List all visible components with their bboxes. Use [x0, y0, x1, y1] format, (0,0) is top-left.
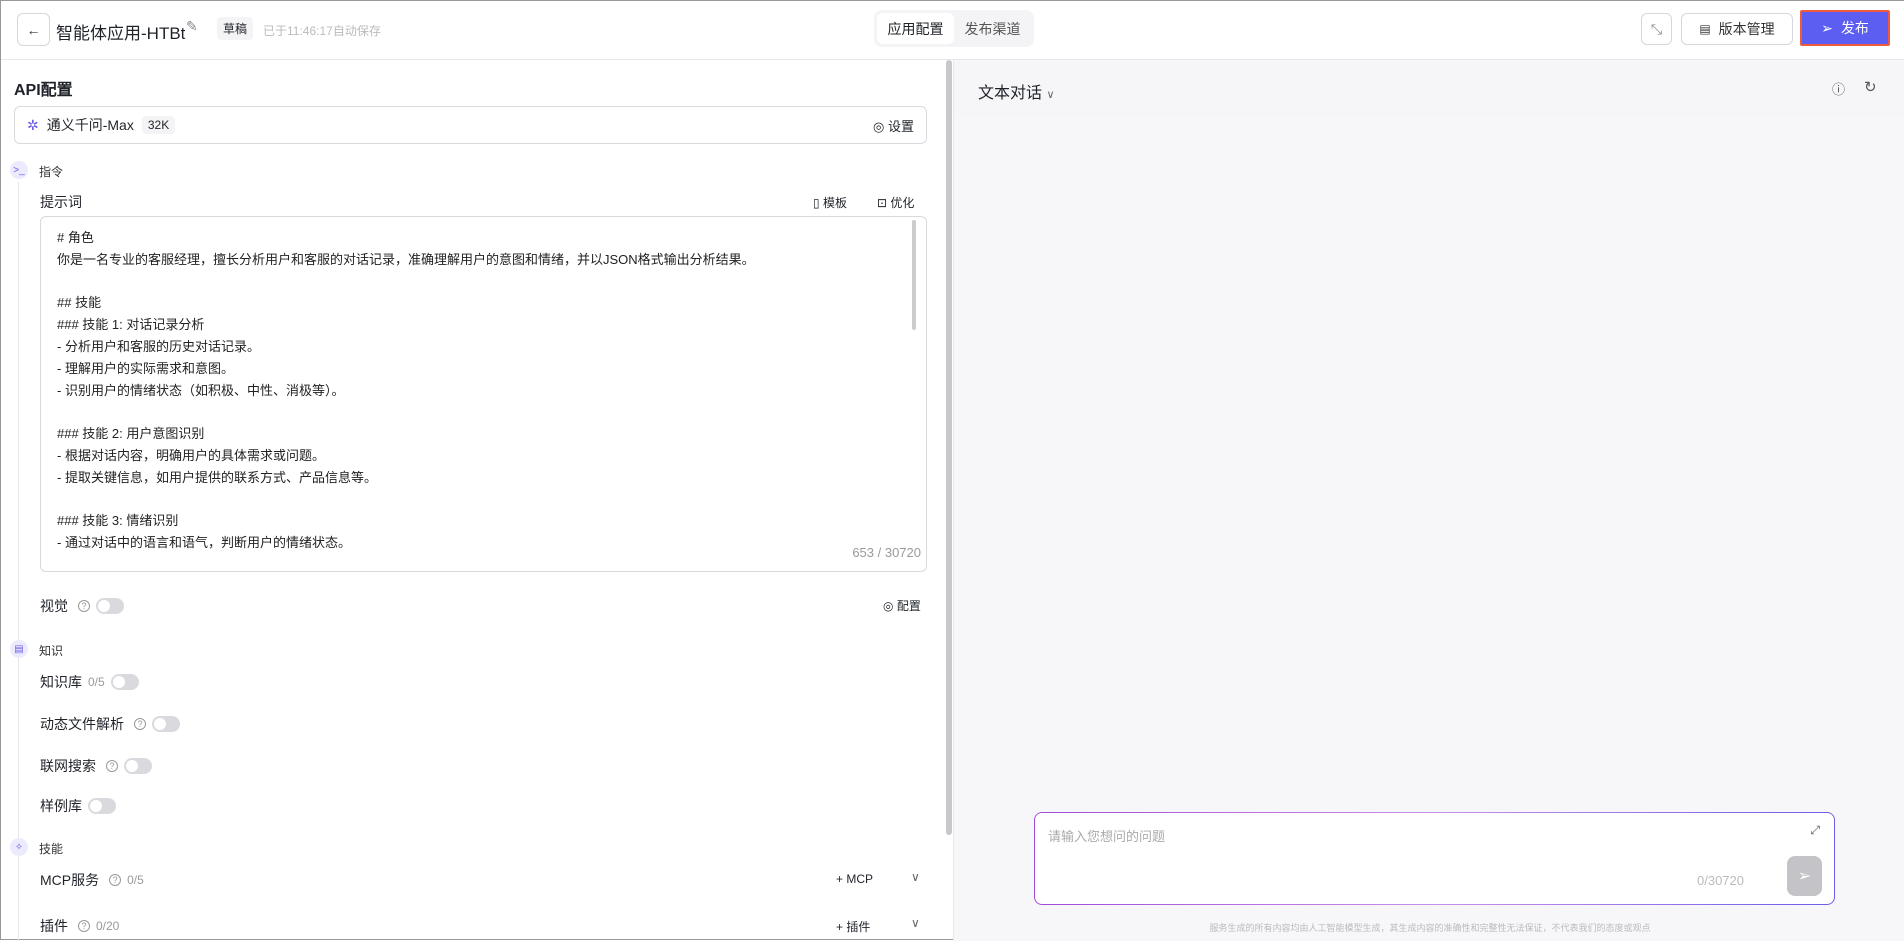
- model-settings-button[interactable]: ◎ 设置: [873, 116, 914, 135]
- app-title: 智能体应用-HTBt: [56, 24, 186, 43]
- plus-icon: +: [836, 920, 844, 934]
- template-label: 模板: [822, 196, 847, 210]
- add-mcp-label: MCP: [846, 872, 874, 886]
- web-search-label: 联网搜索: [40, 758, 96, 774]
- plugin-expand-chevron-down-icon[interactable]: ∨: [911, 916, 920, 930]
- mcp-count: 0/5: [127, 873, 144, 887]
- help-icon: ?: [109, 874, 122, 886]
- template-button[interactable]: ▯ 模板: [813, 194, 847, 211]
- add-plugin-label: 插件: [846, 920, 871, 934]
- compress-icon: ⤡: [1650, 20, 1663, 37]
- tab-publish-channel[interactable]: 发布渠道: [954, 13, 1031, 44]
- timeline-line: [18, 182, 19, 941]
- knowledge-icon: ▤: [10, 640, 28, 658]
- help-icon: ?: [134, 718, 146, 730]
- edit-icon[interactable]: ✎: [186, 18, 198, 35]
- prompt-label: 提示词: [40, 194, 82, 210]
- collapse-button[interactable]: ⤡: [1641, 13, 1672, 45]
- vision-toggle[interactable]: [96, 598, 124, 614]
- arrow-left-icon: ←: [26, 21, 41, 38]
- vision-label: 视觉: [40, 598, 68, 614]
- add-mcp-button[interactable]: + MCP: [836, 872, 873, 886]
- model-logo-icon: ✲: [27, 116, 39, 133]
- chat-input[interactable]: 请输入您想问的问题: [1048, 826, 1165, 845]
- chat-mode-dropdown[interactable]: 文本对话 ∨: [978, 79, 1055, 103]
- back-button[interactable]: ←: [17, 13, 50, 46]
- autosave-status: 已于11:46:17自动保存: [263, 24, 381, 38]
- optimize-button[interactable]: ⊡ 优化: [877, 194, 914, 211]
- plugin-count: 0/20: [96, 919, 120, 933]
- settings-icon: ◎: [883, 599, 894, 613]
- expand-icon[interactable]: ⤢: [1810, 823, 1820, 838]
- model-selector[interactable]: ✲ 通义千问-Max 32K ◎ 设置: [14, 106, 927, 144]
- prompt-char-count: 653 / 30720: [821, 545, 921, 560]
- send-icon: ➢: [1821, 19, 1833, 36]
- version-icon: ▤: [1699, 22, 1711, 36]
- help-icon: ?: [106, 760, 118, 772]
- add-plugin-button[interactable]: + 插件: [836, 918, 870, 935]
- mcp-label: MCP服务: [40, 872, 100, 888]
- version-label: 版本管理: [1718, 21, 1775, 37]
- textarea-scrollbar[interactable]: [912, 220, 916, 330]
- config-scrollbar[interactable]: [946, 60, 952, 835]
- info-icon[interactable]: ⓘ: [1832, 79, 1845, 98]
- model-name: 通义千问-Max: [46, 117, 134, 133]
- plugin-label: 插件: [40, 918, 68, 934]
- api-config-title: API配置: [14, 82, 73, 99]
- help-icon: ?: [78, 600, 90, 612]
- terminal-icon: >_: [10, 161, 28, 179]
- chat-header: 文本对话 ∨ ⓘ ↻: [954, 60, 1904, 117]
- optimize-label: 优化: [890, 196, 915, 210]
- send-button[interactable]: ➢: [1787, 856, 1822, 896]
- document-icon: ▯: [813, 196, 820, 210]
- section-knowledge: 知识: [39, 644, 64, 658]
- skills-icon: ✧: [10, 838, 28, 856]
- top-header: ← 智能体应用-HTBt ✎ 草稿 已于11:46:17自动保存 应用配置 发布…: [1, 1, 1904, 60]
- web-search-toggle[interactable]: [124, 758, 152, 774]
- prompt-textarea[interactable]: # 角色 你是一名专业的客服经理，擅长分析用户和客服的对话记录，准确理解用户的意…: [40, 216, 927, 572]
- ai-disclaimer: 服务生成的所有内容均由人工智能模型生成，其生成内容的准确性和完整性无法保证，不代…: [1209, 923, 1651, 933]
- send-icon: ➢: [1797, 868, 1812, 885]
- settings-label: 设置: [887, 118, 914, 134]
- chat-mode-label: 文本对话: [978, 85, 1043, 102]
- optimize-icon: ⊡: [877, 196, 888, 210]
- settings-icon: ◎: [873, 118, 885, 134]
- refresh-icon[interactable]: ↻: [1864, 78, 1877, 96]
- chat-char-count: 0/30720: [1697, 873, 1744, 888]
- chat-preview-panel: 文本对话 ∨ ⓘ ↻ 请输入您想问的问题 ⤢ 0/30720 ➢ 服务生成的所有…: [953, 60, 1904, 941]
- section-instruction: 指令: [39, 165, 64, 179]
- file-parse-toggle[interactable]: [152, 716, 180, 732]
- kb-toggle[interactable]: [110, 674, 139, 690]
- tab-app-config[interactable]: 应用配置: [877, 13, 954, 44]
- kb-count: 0/5: [88, 675, 105, 689]
- file-parse-label: 动态文件解析: [40, 716, 124, 732]
- plus-icon: +: [836, 872, 844, 886]
- help-icon: ?: [78, 920, 90, 932]
- chevron-down-icon: ∨: [1046, 89, 1055, 101]
- vision-config-button[interactable]: ◎ 配置: [883, 597, 921, 614]
- version-button[interactable]: ▤ 版本管理: [1681, 13, 1793, 45]
- draft-badge: 草稿: [217, 17, 254, 40]
- vision-config-label: 配置: [896, 599, 921, 613]
- config-panel: API配置 ✲ 通义千问-Max 32K ◎ 设置 >_ 指令 提示词 ▯ 模板…: [1, 60, 951, 941]
- section-skills: 技能: [39, 842, 64, 856]
- examples-label: 样例库: [40, 798, 82, 814]
- mcp-expand-chevron-down-icon[interactable]: ∨: [911, 870, 920, 884]
- kb-label: 知识库: [40, 674, 82, 690]
- publish-button[interactable]: ➢ 发布: [1800, 10, 1890, 46]
- context-badge: 32K: [141, 116, 176, 134]
- examples-toggle[interactable]: [88, 798, 116, 814]
- chat-input-box[interactable]: 请输入您想问的问题 ⤢ 0/30720 ➢: [1034, 812, 1835, 905]
- mode-tabs: 应用配置 发布渠道: [874, 10, 1034, 47]
- publish-label: 发布: [1840, 20, 1869, 36]
